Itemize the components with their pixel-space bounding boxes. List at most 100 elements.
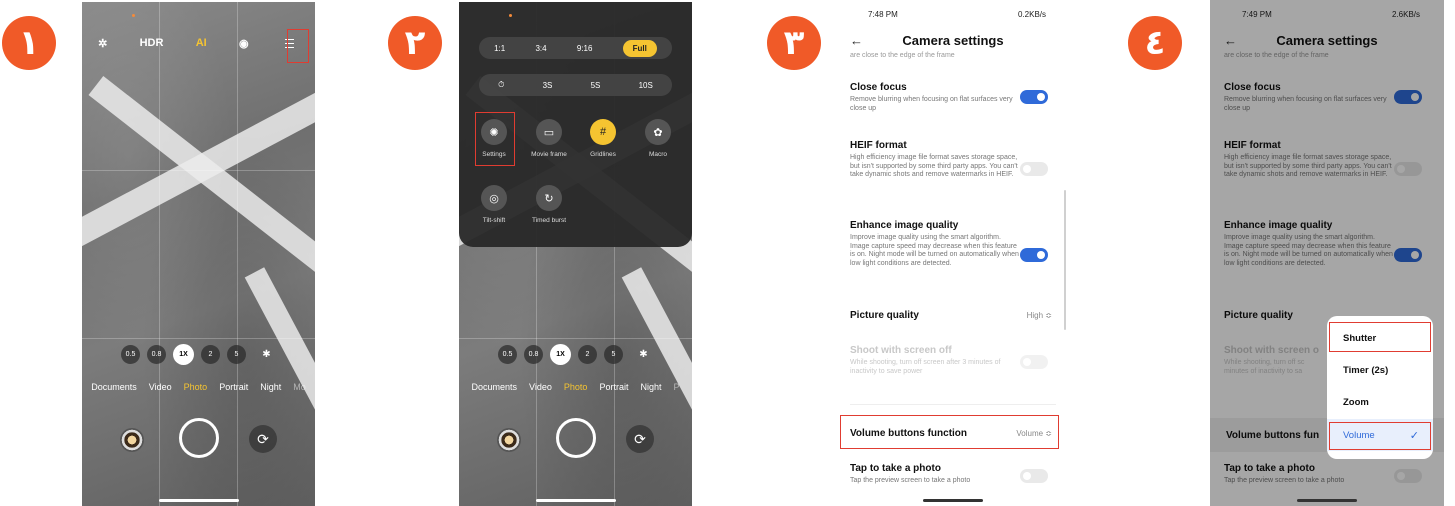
mode-video[interactable]: Video: [529, 382, 552, 392]
camera-settings-screen: 7:48 PM 0.2KB/s ← Camera settings are cl…: [836, 0, 1070, 506]
zoom-2[interactable]: 2: [201, 344, 220, 364]
ratio-full[interactable]: Full: [622, 39, 657, 57]
settings-star-icon[interactable]: ✱: [634, 345, 653, 364]
option-timer[interactable]: Timer (2s): [1327, 354, 1433, 386]
close-focus-toggle[interactable]: [1020, 90, 1048, 104]
tool-tilt-shift[interactable]: ◎ Tilt-shift: [464, 185, 524, 224]
tool-movie-frame[interactable]: ▭ Movie frame: [519, 119, 579, 158]
gallery-thumbnail[interactable]: [497, 428, 521, 452]
highlight-shutter: [1329, 322, 1431, 352]
enhance-toggle[interactable]: [1020, 248, 1048, 262]
status-bar: 7:48 PM 0.2KB/s: [836, 10, 1070, 19]
home-indicator: [1297, 499, 1357, 502]
zoom-0-8[interactable]: 0.8: [147, 344, 166, 364]
tilt-shift-icon: ◎: [481, 185, 507, 211]
tool-timed-burst-label: Timed burst: [531, 217, 567, 224]
highlight-menu: [287, 29, 309, 63]
tool-macro[interactable]: ✿ Macro: [628, 119, 688, 158]
mode-video[interactable]: Video: [149, 382, 172, 392]
mode-documents[interactable]: Documents: [91, 382, 137, 392]
step-badge-1: ١: [2, 16, 56, 70]
setting-title: HEIF format: [850, 140, 907, 151]
zoom-0-8[interactable]: 0.8: [524, 344, 543, 364]
mode-documents[interactable]: Documents: [472, 382, 518, 392]
camera-screen-2: 1:1 3:4 9:16 Full ⏱ 3S 5S 10S ✺ Settings…: [459, 2, 692, 506]
timer-10s[interactable]: 10S: [639, 81, 653, 90]
mode-photo[interactable]: Photo: [564, 382, 588, 392]
shutter-button[interactable]: [555, 418, 596, 458]
setting-desc: Improve image quality using the smart al…: [850, 234, 1019, 267]
macro-icon: ✿: [645, 119, 671, 145]
highlight-settings: [475, 112, 515, 166]
zoom-5[interactable]: 5: [604, 344, 623, 364]
gallery-thumbnail[interactable]: [120, 428, 144, 452]
scrollbar[interactable]: [1064, 190, 1066, 330]
back-arrow-icon[interactable]: ←: [850, 33, 863, 48]
timer-off-icon[interactable]: ⏱: [498, 80, 504, 90]
setting-enhance[interactable]: Enhance image quality Improve image qual…: [850, 220, 1058, 268]
shutter-button[interactable]: [178, 418, 219, 458]
step-badge-4: ٤: [1128, 16, 1182, 70]
home-indicator: [535, 499, 616, 502]
tool-gridlines-label: Gridlines: [590, 151, 616, 158]
tool-gridlines[interactable]: # Gridlines: [573, 119, 633, 158]
setting-screen-off: Shoot with screen off While shooting, tu…: [850, 345, 1058, 376]
switch-camera-icon[interactable]: ⟳: [626, 425, 654, 453]
picture-quality-value[interactable]: High ≎: [1027, 311, 1052, 320]
ratio-1-1[interactable]: 1:1: [494, 44, 505, 53]
setting-heif[interactable]: HEIF format High efficiency image file f…: [850, 140, 1058, 180]
mode-photo[interactable]: Photo: [184, 382, 208, 392]
zoom-1x[interactable]: 1X: [550, 343, 571, 365]
switch-camera-icon[interactable]: ⟳: [249, 425, 277, 453]
mode-portrait[interactable]: Portrait: [219, 382, 248, 392]
tool-movie-frame-label: Movie frame: [531, 151, 567, 158]
setting-desc: While shooting, turn off screen after 3 …: [850, 359, 1001, 375]
tool-timed-burst[interactable]: ↻ Timed burst: [519, 185, 579, 224]
aspect-ratio-row: 1:1 3:4 9:16 Full: [479, 37, 672, 59]
volume-function-dropdown: Shutter Timer (2s) Zoom Volume ✓: [1327, 316, 1433, 459]
ratio-3-4[interactable]: 3:4: [535, 44, 546, 53]
timer-3s[interactable]: 3S: [543, 81, 553, 90]
grid-icon: #: [590, 119, 616, 145]
lens-icon[interactable]: ◉: [239, 37, 249, 50]
step-badge-2: ٢: [388, 16, 442, 70]
setting-desc: High efficiency image file format saves …: [850, 154, 1018, 179]
screen-off-toggle: [1020, 355, 1048, 369]
zoom-1x[interactable]: 1X: [173, 343, 194, 365]
heif-toggle[interactable]: [1020, 162, 1048, 176]
setting-picture-quality[interactable]: Picture quality High ≎: [850, 310, 1058, 321]
hdr-button[interactable]: HDR: [140, 37, 164, 49]
mode-more[interactable]: Mo: [293, 382, 306, 392]
mode-more[interactable]: P: [673, 382, 679, 392]
highlight-volume-row: [840, 415, 1059, 449]
zoom-0-5[interactable]: 0.5: [121, 344, 140, 364]
timer-row: ⏱ 3S 5S 10S: [479, 74, 672, 96]
ai-button[interactable]: AI: [196, 37, 207, 49]
settings-star-icon[interactable]: ✱: [257, 345, 276, 364]
page-title: Camera settings: [902, 32, 1004, 48]
zoom-selector: 0.5 0.8 1X 2 5 ✱: [82, 342, 315, 366]
setting-desc: Tap the preview screen to take a photo: [850, 477, 971, 484]
mode-selector: Documents Video Photo Portrait Night P: [459, 382, 692, 392]
mode-night[interactable]: Night: [260, 382, 281, 392]
clipped-text: are close to the edge of the frame: [850, 52, 955, 59]
camera-screen-1: ✲ HDR AI ◉ 0.5 0.8 1X 2 5 ✱ Documents Vi…: [82, 2, 315, 506]
flash-auto-icon[interactable]: ✲: [98, 37, 107, 50]
highlight-volume: [1329, 422, 1431, 450]
timer-5s[interactable]: 5S: [591, 81, 601, 90]
zoom-2[interactable]: 2: [578, 344, 597, 364]
mode-portrait[interactable]: Portrait: [599, 382, 628, 392]
tap-photo-toggle[interactable]: [1020, 469, 1048, 483]
setting-tap-photo[interactable]: Tap to take a photo Tap the preview scre…: [850, 463, 1058, 486]
camera-top-bar: ✲ HDR AI ◉: [82, 32, 315, 54]
zoom-0-5[interactable]: 0.5: [498, 344, 517, 364]
ratio-9-16[interactable]: 9:16: [577, 44, 593, 53]
camera-settings-dropdown-screen: 7:49 PM 2.6KB/s ← Camera settings are cl…: [1210, 0, 1444, 506]
setting-desc: Remove blurring when focusing on flat su…: [850, 96, 1013, 112]
movie-frame-icon: ▭: [536, 119, 562, 145]
setting-close-focus[interactable]: Close focus Remove blurring when focusin…: [850, 82, 1058, 113]
zoom-5[interactable]: 5: [227, 344, 246, 364]
setting-title: Enhance image quality: [850, 220, 959, 231]
option-zoom[interactable]: Zoom: [1327, 386, 1433, 418]
mode-night[interactable]: Night: [640, 382, 661, 392]
